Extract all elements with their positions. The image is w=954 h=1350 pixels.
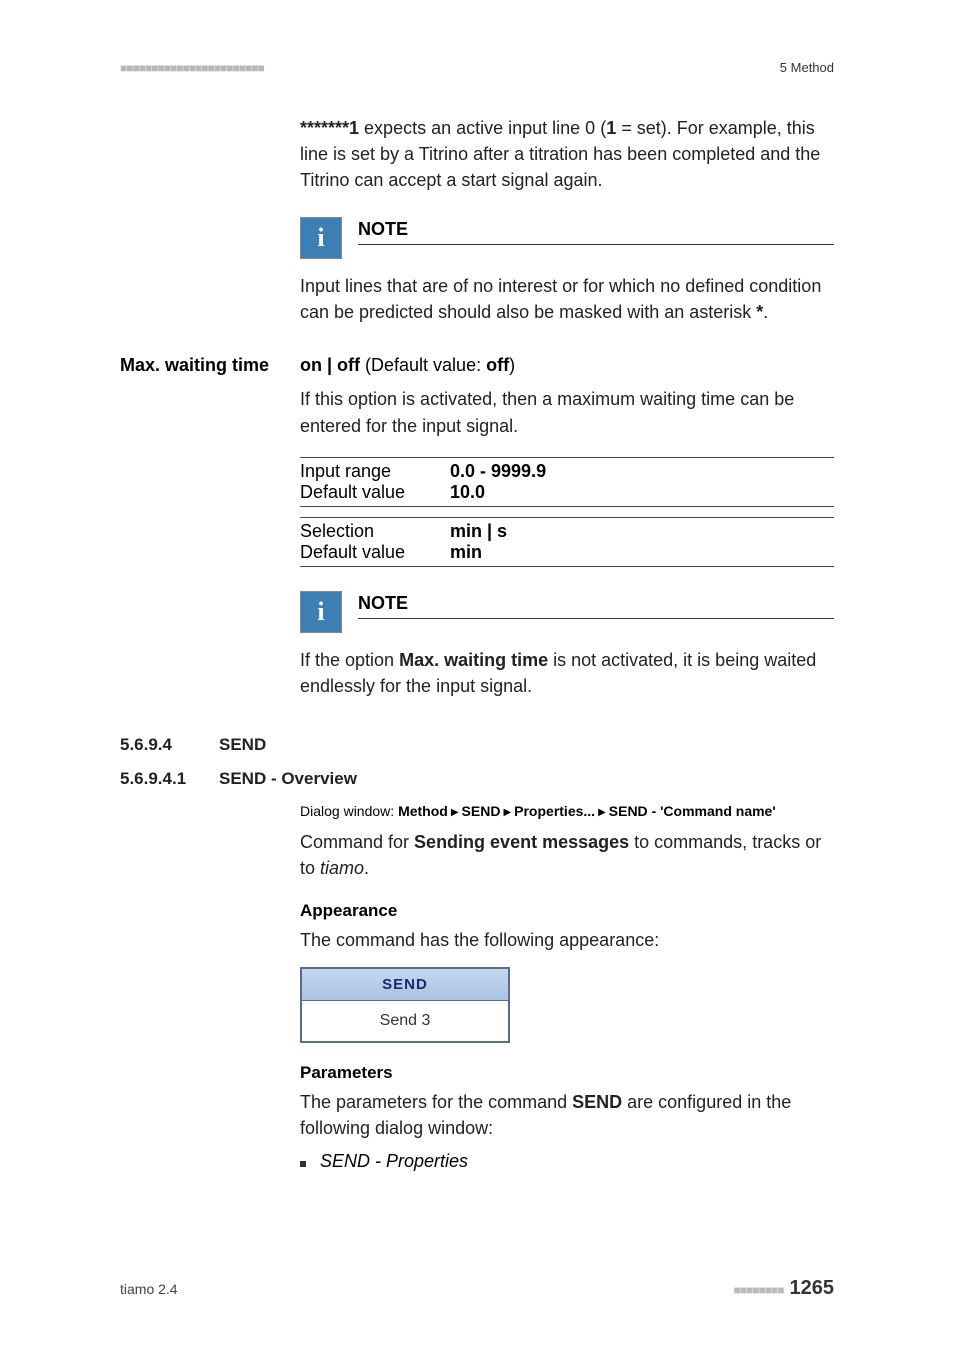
footer-decoration: ■■■■■■■■	[734, 1283, 784, 1297]
table-row: Default value min	[300, 542, 834, 563]
bullet-list: SEND - Properties	[300, 1151, 834, 1172]
note2-body: If the option Max. waiting time is not a…	[300, 647, 834, 699]
note-title: NOTE	[358, 219, 834, 245]
definition-table: Input range 0.0 - 9999.9 Default value 1…	[300, 457, 834, 567]
appearance-widget: SEND Send 3	[300, 967, 510, 1043]
page-header: ■■■■■■■■■■■■■■■■■■■■■■■ 5 Method	[120, 60, 834, 75]
appearance-heading: Appearance	[300, 901, 834, 921]
section-title: SEND - Overview	[219, 769, 357, 789]
table-row: Selection min | s	[300, 521, 834, 542]
section-number: 5.6.9.4.1	[120, 769, 219, 789]
note-box-2: i NOTE If the option Max. waiting time i…	[120, 591, 834, 699]
appearance-box-body: Send 3	[302, 1001, 508, 1041]
table-row: Default value 10.0	[300, 482, 834, 503]
section-heading-overview: 5.6.9.4.1 SEND - Overview	[120, 769, 834, 789]
page-footer: tiamo 2.4 ■■■■■■■■ 1265	[120, 1277, 834, 1300]
appearance-desc: The command has the following appearance…	[300, 927, 834, 953]
max-wait-label: Max. waiting time	[120, 355, 300, 376]
max-wait-option: on | off (Default value: off)	[300, 355, 834, 376]
intro-paragraph: *******1 expects an active input line 0 …	[120, 115, 834, 193]
footer-product: tiamo 2.4	[120, 1281, 178, 1297]
parameters-desc: The parameters for the command SEND are …	[300, 1089, 834, 1141]
max-wait-section: Max. waiting time on | off (Default valu…	[120, 355, 834, 566]
appearance-box-header: SEND	[302, 969, 508, 1001]
intro-bold1: 1	[606, 118, 616, 138]
bullet-icon	[300, 1161, 306, 1167]
section-title: SEND	[219, 735, 266, 755]
page-number: 1265	[790, 1277, 835, 1299]
command-description: Command for Sending event messages to co…	[300, 829, 834, 881]
header-decoration: ■■■■■■■■■■■■■■■■■■■■■■■	[120, 61, 264, 75]
note-title: NOTE	[358, 593, 834, 619]
footer-page: ■■■■■■■■ 1265	[734, 1277, 834, 1300]
note1-body: Input lines that are of no interest or f…	[300, 273, 834, 325]
info-icon: i	[300, 591, 342, 633]
info-icon: i	[300, 217, 342, 259]
chapter-label: 5 Method	[780, 60, 834, 75]
list-item: SEND - Properties	[300, 1151, 834, 1172]
intro-code: *******1	[300, 118, 359, 138]
bullet-text: SEND - Properties	[320, 1151, 468, 1172]
parameters-heading: Parameters	[300, 1063, 834, 1083]
breadcrumb: Dialog window: Method▶SEND▶Properties...…	[300, 803, 834, 819]
intro-text1: expects an active input line 0 (	[359, 118, 606, 138]
section-number: 5.6.9.4	[120, 735, 219, 755]
note-box-1: i NOTE Input lines that are of no intere…	[120, 217, 834, 325]
section-heading-send: 5.6.9.4 SEND	[120, 735, 834, 755]
table-row: Input range 0.0 - 9999.9	[300, 461, 834, 482]
max-wait-desc: If this option is activated, then a maxi…	[300, 386, 834, 438]
